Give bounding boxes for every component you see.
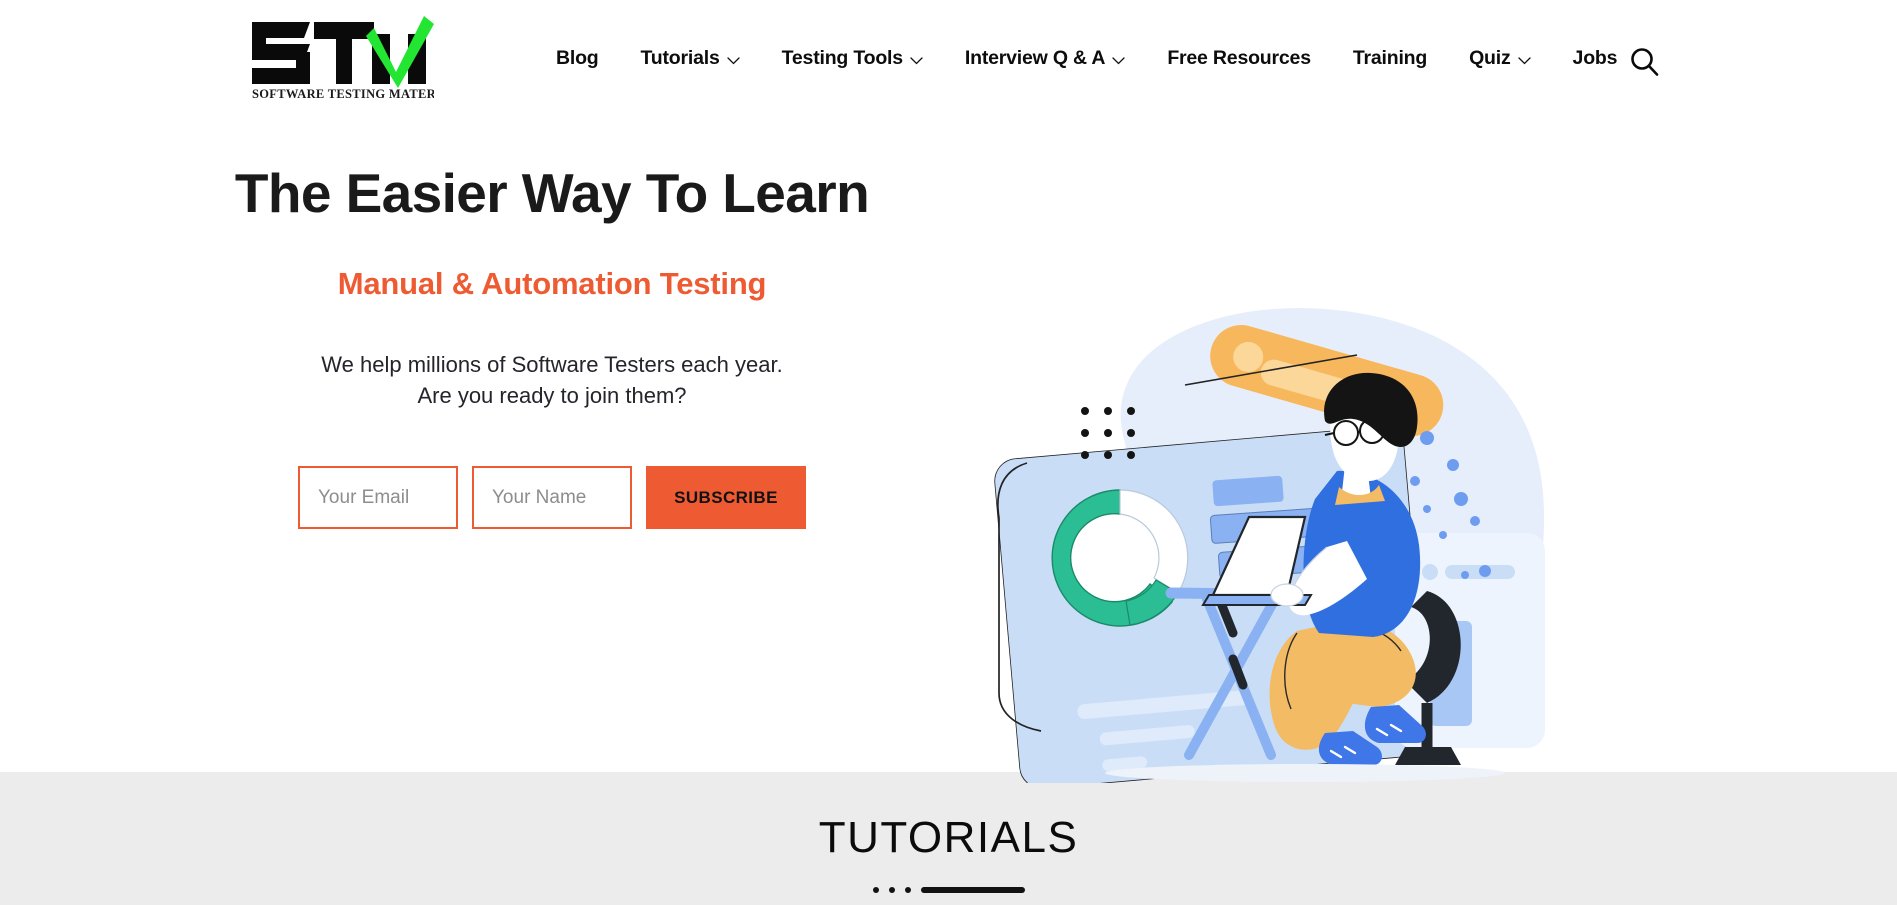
email-field[interactable] xyxy=(298,466,458,530)
nav-label: Free Resources xyxy=(1167,47,1311,70)
subscribe-form: SUBSCRIBE xyxy=(0,466,1104,530)
tutorials-section: TUTORIALS xyxy=(0,772,1897,905)
nav-item-blog[interactable]: Blog xyxy=(546,49,620,69)
nav-label: Jobs xyxy=(1572,47,1618,70)
chevron-down-icon xyxy=(910,57,923,65)
chevron-down-icon xyxy=(1517,57,1531,65)
person-working-at-desk-illustration xyxy=(994,307,1545,783)
name-field[interactable] xyxy=(472,466,632,530)
nav-label: Tutorials xyxy=(640,47,720,70)
nav-label: Interview Q & A xyxy=(964,47,1106,70)
hero-illustration xyxy=(975,303,1575,783)
nav-item-free-resources[interactable]: Free Resources xyxy=(1146,49,1332,69)
subscribe-button[interactable]: SUBSCRIBE xyxy=(646,466,806,530)
nav-item-testing-tools[interactable]: Testing Tools xyxy=(761,49,944,69)
nav-label: Testing Tools xyxy=(781,47,903,70)
nav-item-training[interactable]: Training xyxy=(1332,49,1448,69)
chevron-down-icon xyxy=(726,57,740,65)
nav-item-jobs[interactable]: Jobs xyxy=(1552,49,1639,69)
search-button[interactable] xyxy=(1628,45,1662,79)
divider-dot xyxy=(904,887,911,893)
logo-tagline: SOFTWARE TESTING MATERIAL xyxy=(252,87,434,101)
nav-label: Quiz xyxy=(1469,47,1511,70)
section-divider xyxy=(869,886,1029,894)
hero-title: The Easier Way To Learn xyxy=(234,162,870,224)
chevron-down-icon xyxy=(1112,57,1125,65)
divider-dot xyxy=(888,887,895,893)
main-navigation: Blog Tutorials Testing Tools Interview Q… xyxy=(546,0,1638,118)
search-icon xyxy=(1631,48,1659,76)
hero-description-line-1: We help millions of Software Testers eac… xyxy=(321,351,783,377)
divider-bar xyxy=(920,887,1025,893)
site-logo[interactable]: SOFTWARE TESTING MATERIAL xyxy=(248,14,434,102)
hero-section: The Easier Way To Learn Manual & Automat… xyxy=(0,118,1897,783)
stm-logo-icon: SOFTWARE TESTING MATERIAL xyxy=(252,16,434,101)
hero-content: The Easier Way To Learn Manual & Automat… xyxy=(0,118,1104,530)
hero-subtitle: Manual & Automation Testing xyxy=(337,265,767,301)
nav-item-quiz[interactable]: Quiz xyxy=(1448,49,1551,69)
site-header: SOFTWARE TESTING MATERIAL Blog Tutorials… xyxy=(0,0,1897,118)
nav-item-tutorials[interactable]: Tutorials xyxy=(620,49,761,69)
hero-description-line-2: Are you ready to join them? xyxy=(417,383,687,409)
nav-label: Blog xyxy=(556,47,599,70)
tutorials-heading: TUTORIALS xyxy=(818,813,1079,862)
nav-label: Training xyxy=(1352,47,1428,70)
nav-item-interview-qa[interactable]: Interview Q & A xyxy=(944,49,1146,69)
divider-dot xyxy=(872,887,879,893)
hero-description: We help millions of Software Testers eac… xyxy=(0,349,1104,413)
